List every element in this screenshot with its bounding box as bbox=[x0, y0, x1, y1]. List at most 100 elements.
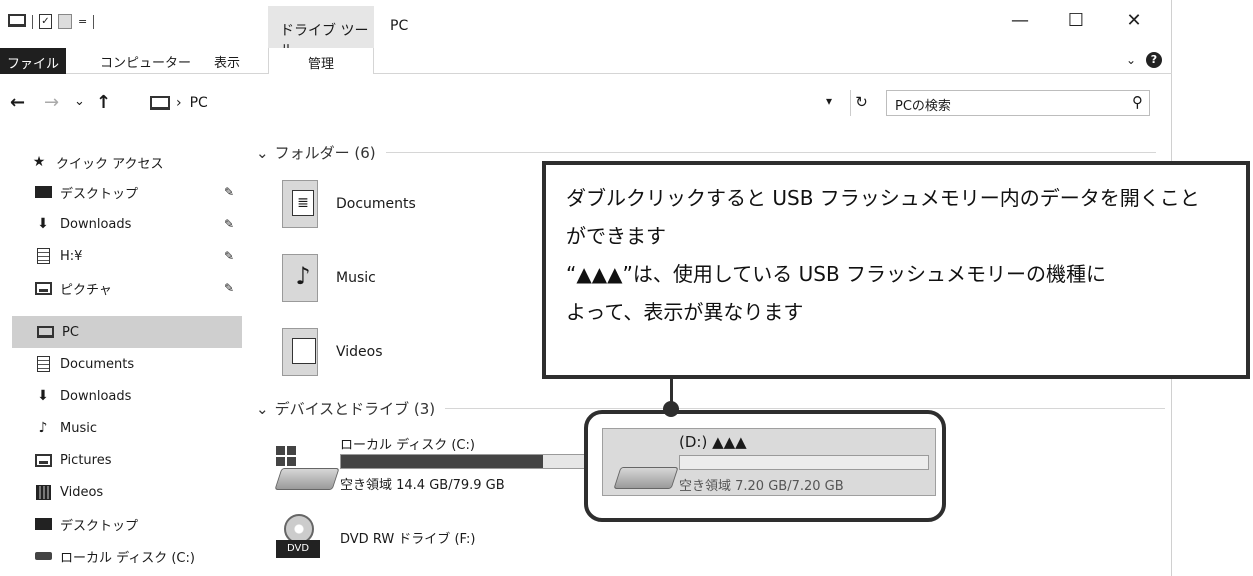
sidebar-item-videos[interactable]: Videos bbox=[34, 478, 244, 506]
sidebar-item-music[interactable]: ♪ Music bbox=[34, 414, 244, 442]
sidebar-item-label: Music bbox=[60, 420, 97, 436]
pc-icon bbox=[150, 96, 170, 110]
address-separator[interactable]: › bbox=[176, 95, 182, 111]
sidebar-item-label: Downloads bbox=[60, 216, 132, 232]
search-input[interactable]: PCの検索 ⚲ bbox=[886, 90, 1150, 116]
folder-label: Music bbox=[336, 270, 376, 286]
callout-line: ができます bbox=[566, 224, 666, 248]
quick-access-toolbar: ✓ = bbox=[8, 12, 95, 31]
pin-icon[interactable]: ✎ bbox=[224, 185, 234, 199]
customize-qat-icon[interactable]: = bbox=[78, 15, 87, 28]
folder-music-icon: ♪ bbox=[282, 251, 319, 302]
minimize-button[interactable]: — bbox=[1000, 10, 1040, 31]
drive-name: ローカル ディスク (C:) bbox=[340, 438, 475, 453]
tab-computer[interactable]: コンピューター bbox=[100, 52, 191, 71]
search-icon[interactable]: ⚲ bbox=[1132, 93, 1143, 111]
tab-manage[interactable]: 管理 bbox=[268, 48, 374, 74]
navigation-pane: ★ クイック アクセス デスクトップ ✎ ⬇ Downloads ✎ H:¥ ✎… bbox=[0, 140, 244, 576]
dvd-label: DVD bbox=[276, 540, 320, 558]
folder-documents[interactable]: ≣ Documents bbox=[282, 177, 416, 228]
window-title: PC bbox=[390, 18, 409, 34]
pin-icon[interactable]: ✎ bbox=[224, 217, 234, 231]
divider bbox=[445, 408, 1166, 409]
separator bbox=[93, 14, 95, 29]
pictures-icon bbox=[34, 280, 52, 296]
sidebar-item-label: ローカル ディスク (C:) bbox=[60, 550, 195, 566]
sidebar-item-desktop[interactable]: デスクトップ ✎ bbox=[34, 178, 244, 206]
close-button[interactable]: ✕ bbox=[1114, 10, 1154, 31]
film-icon bbox=[34, 484, 52, 500]
drive-tools-context-tab: ドライブ ツール bbox=[268, 6, 374, 59]
expand-ribbon-icon[interactable]: ⌄ bbox=[1126, 53, 1136, 67]
sidebar-item-h-drive[interactable]: H:¥ ✎ bbox=[34, 242, 244, 270]
callout-line: “▲▲▲”は、使用している USB フラッシュメモリーの機種に bbox=[566, 262, 1107, 286]
folder-label: Documents bbox=[336, 196, 416, 212]
drive-free-space: 空き領域 14.4 GB/79.9 GB bbox=[340, 478, 505, 493]
document-icon bbox=[34, 248, 52, 264]
back-button[interactable]: ← bbox=[10, 92, 25, 113]
folder-documents-icon: ≣ bbox=[282, 177, 319, 228]
separator bbox=[32, 14, 33, 29]
divider bbox=[385, 152, 1156, 153]
folder-music[interactable]: ♪ Music bbox=[282, 251, 376, 302]
help-icon[interactable]: ? bbox=[1146, 52, 1162, 68]
pc-icon[interactable] bbox=[8, 12, 26, 31]
hard-drive-icon bbox=[274, 468, 340, 490]
chevron-down-icon: ⌄ bbox=[256, 399, 269, 418]
sidebar-item-label: クイック アクセス bbox=[56, 156, 164, 172]
sidebar-item-label: Documents bbox=[60, 356, 135, 372]
folder-videos[interactable]: Videos bbox=[282, 325, 383, 376]
document-icon bbox=[34, 356, 52, 372]
windows-logo-icon bbox=[276, 446, 296, 466]
callout-line: よって、表示が異なります bbox=[566, 300, 804, 324]
desktop-icon bbox=[34, 184, 52, 200]
sidebar-item-pictures[interactable]: Pictures bbox=[34, 446, 244, 474]
new-folder-icon[interactable] bbox=[58, 14, 72, 29]
instruction-callout: ダブルクリックすると USB フラッシュメモリー内のデータを開くこと ができます… bbox=[542, 161, 1250, 379]
dvd-drive-icon[interactable]: DVD bbox=[276, 514, 320, 562]
sidebar-item-documents[interactable]: Documents bbox=[34, 350, 244, 378]
sidebar-item-label: Videos bbox=[60, 484, 104, 500]
group-title: デバイスとドライブ (3) bbox=[274, 400, 436, 418]
highlight-ring bbox=[584, 410, 946, 522]
tab-file[interactable]: ファイル bbox=[0, 48, 66, 74]
refresh-icon[interactable]: ↻ bbox=[850, 90, 872, 116]
folders-group-header[interactable]: ⌄ フォルダー (6) bbox=[256, 142, 1156, 163]
drive-f-name[interactable]: DVD RW ドライブ (F:) bbox=[340, 528, 475, 547]
tab-view[interactable]: 表示 bbox=[214, 52, 240, 71]
sidebar-item-desktop[interactable]: デスクトップ bbox=[34, 510, 244, 538]
properties-icon[interactable]: ✓ bbox=[39, 14, 52, 29]
download-arrow-icon: ⬇ bbox=[37, 388, 49, 404]
sidebar-item-quick-access[interactable]: ★ クイック アクセス bbox=[30, 148, 240, 176]
address-bar[interactable]: › PC bbox=[146, 90, 870, 116]
navigation-bar: ← → ⌄ ↑ › PC ▾ ↻ PCの検索 ⚲ bbox=[0, 84, 1172, 120]
sidebar-item-label: デスクトップ bbox=[60, 186, 139, 202]
sidebar-item-pc[interactable]: PC bbox=[12, 316, 242, 348]
sidebar-item-label: H:¥ bbox=[60, 248, 83, 264]
sidebar-item-downloads[interactable]: ⬇ Downloads ✎ bbox=[34, 210, 244, 238]
sidebar-item-local-disk-c[interactable]: ローカル ディスク (C:) bbox=[34, 542, 244, 570]
folder-videos-icon bbox=[282, 325, 319, 376]
pictures-icon bbox=[34, 452, 52, 468]
forward-button[interactable]: → bbox=[44, 92, 59, 113]
title-bar: ✓ = ドライブ ツール PC — ☐ ✕ bbox=[0, 0, 1172, 59]
recent-locations-button[interactable]: ⌄ bbox=[74, 94, 85, 109]
sidebar-item-label: デスクトップ bbox=[60, 518, 139, 534]
drive-usage-bar bbox=[340, 454, 588, 469]
callout-line: ダブルクリックすると USB フラッシュメモリー内のデータを開くこと bbox=[566, 186, 1200, 210]
music-note-icon: ♪ bbox=[38, 420, 48, 436]
sidebar-item-label: ピクチャ bbox=[60, 282, 112, 298]
pin-icon[interactable]: ✎ bbox=[224, 281, 234, 295]
star-icon: ★ bbox=[32, 154, 46, 170]
sidebar-item-downloads[interactable]: ⬇ Downloads bbox=[34, 382, 244, 410]
chevron-down-icon[interactable]: ▾ bbox=[826, 94, 832, 108]
up-button[interactable]: ↑ bbox=[96, 92, 111, 113]
pin-icon[interactable]: ✎ bbox=[224, 249, 234, 263]
address-path[interactable]: PC bbox=[190, 95, 208, 111]
sidebar-item-pictures[interactable]: ピクチャ ✎ bbox=[34, 274, 244, 302]
maximize-button[interactable]: ☐ bbox=[1056, 10, 1096, 31]
download-arrow-icon: ⬇ bbox=[37, 216, 49, 232]
search-placeholder: PCの検索 bbox=[895, 99, 951, 114]
ribbon-tabs: ファイル コンピューター 表示 管理 ⌄ ? bbox=[0, 48, 1172, 74]
chevron-down-icon: ⌄ bbox=[256, 143, 269, 162]
